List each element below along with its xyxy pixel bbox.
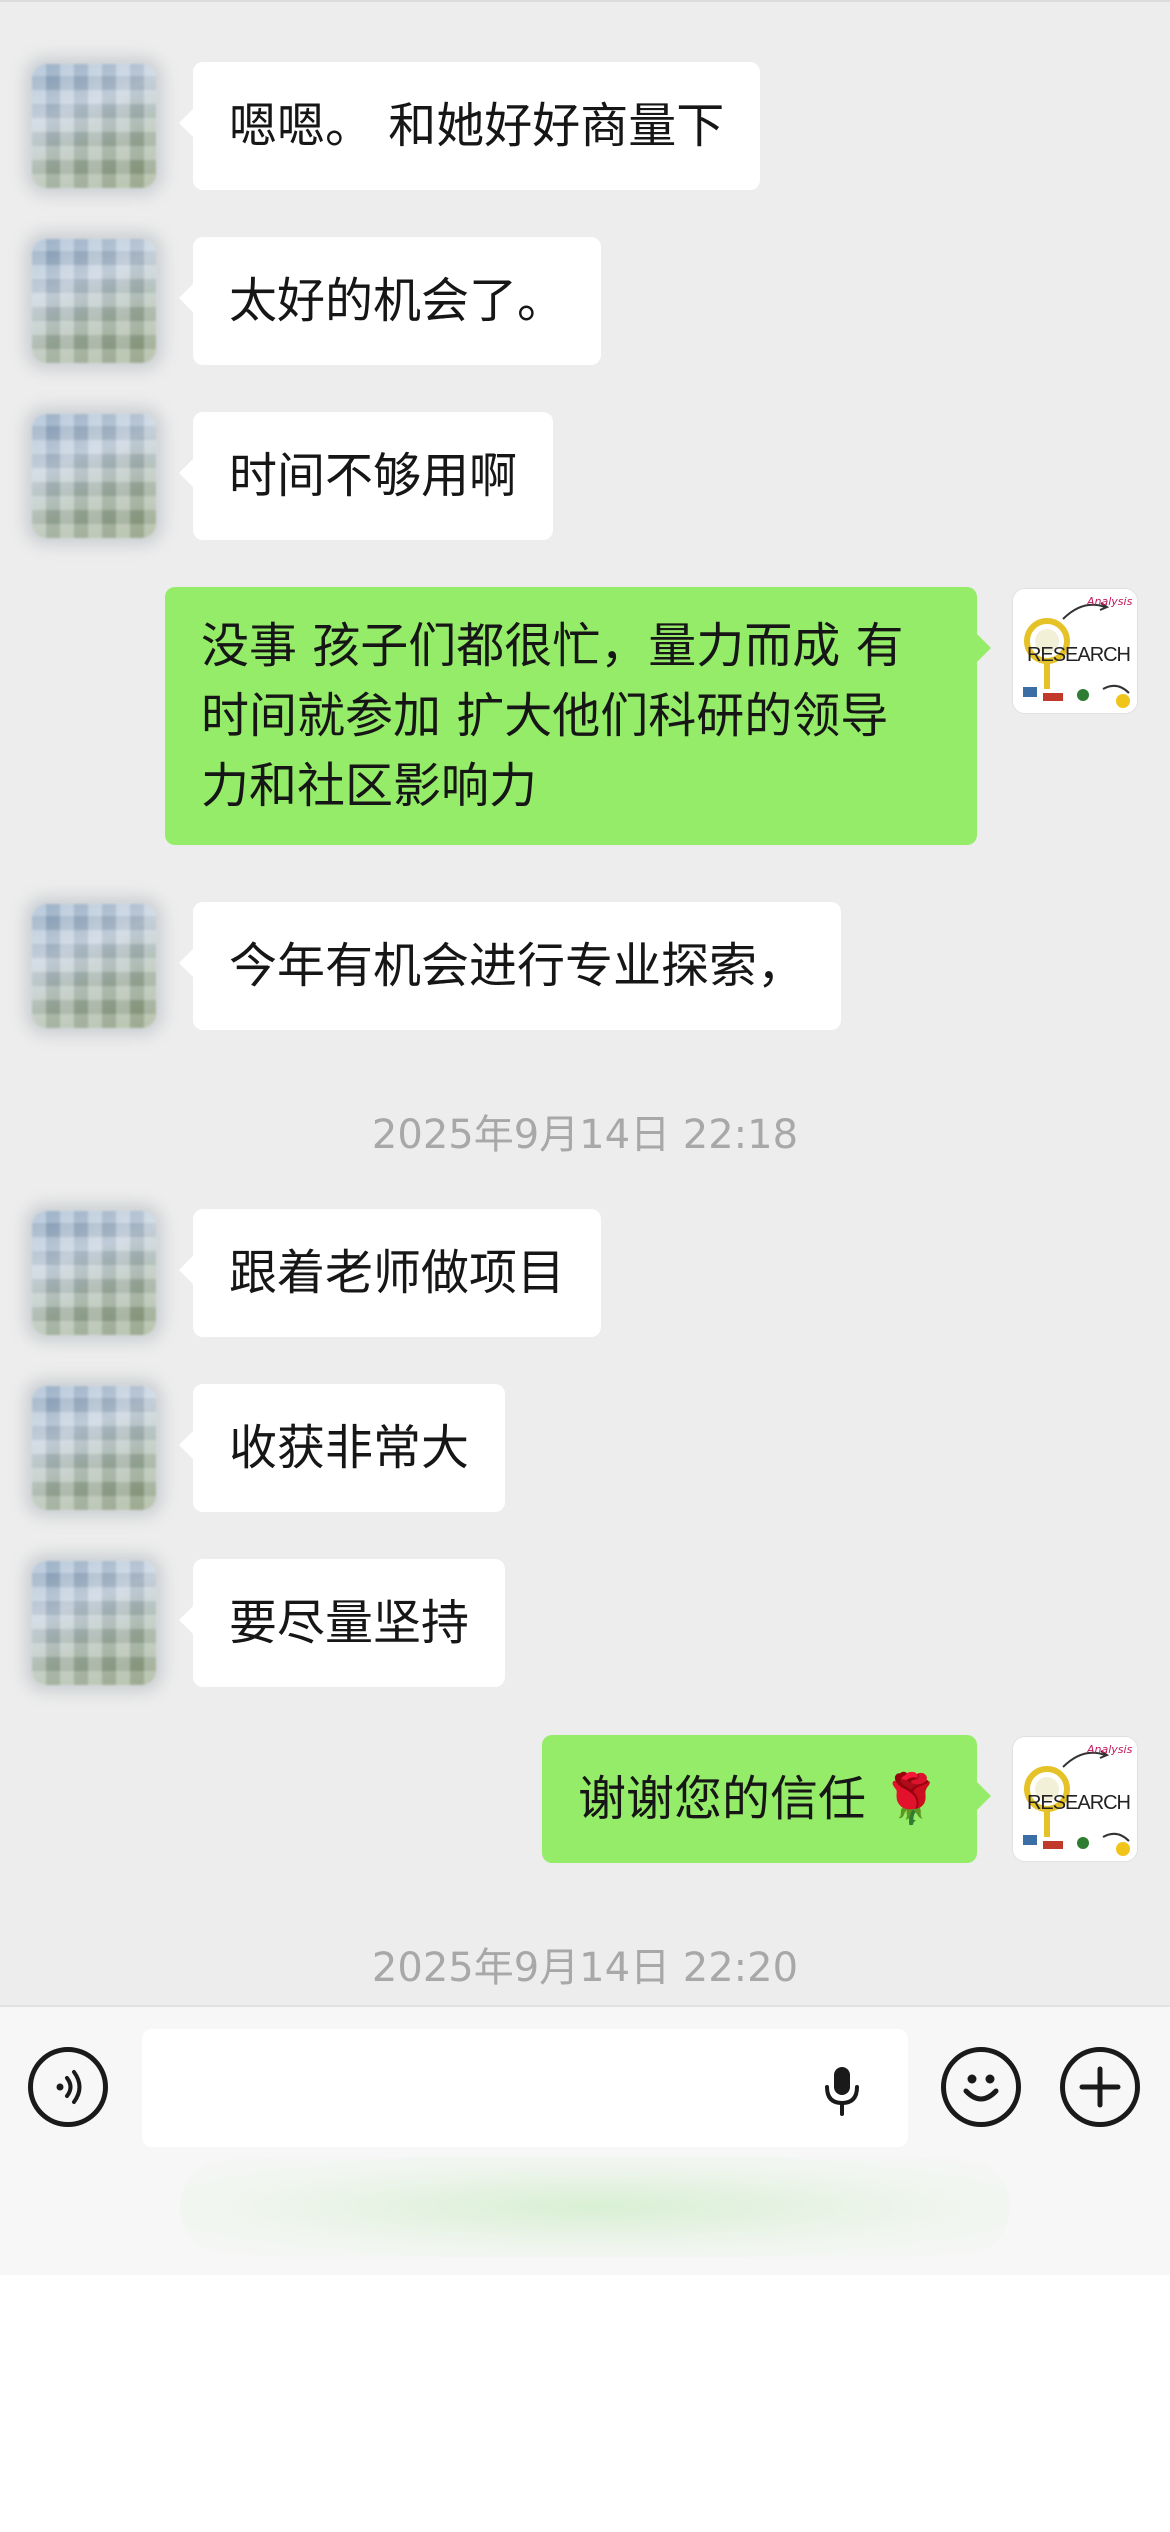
message-bubble-incoming[interactable]: 收获非常大 — [178, 1384, 506, 1512]
contact-avatar[interactable] — [32, 414, 156, 538]
logo-label: RESEARCH — [1027, 1792, 1131, 1814]
message-bubble-incoming[interactable]: 今年有机会进行专业探索， — [178, 902, 842, 1030]
self-avatar[interactable]: Analysis RESEARCH — [1013, 1737, 1137, 1861]
research-logo-icon: Analysis RESEARCH — [1013, 1737, 1137, 1861]
logo-small-label: Analysis — [1086, 1743, 1133, 1756]
message-bubble-outgoing[interactable]: 谢谢您的信任 🌹 — [541, 1735, 992, 1863]
message-line: 没事 孩子们都很忙，量力而成 有 — [201, 618, 904, 674]
emoji-icon[interactable] — [941, 2047, 1021, 2127]
input-bar — [0, 2005, 1170, 2275]
logo-label: RESEARCH — [1027, 644, 1131, 666]
contact-avatar[interactable] — [32, 904, 156, 1028]
message-line: 时间就参加 扩大他们科研的领导 — [201, 688, 889, 744]
message-line: 力和社区影响力 — [201, 758, 538, 814]
message-bubble-incoming[interactable]: 跟着老师做项目 — [178, 1209, 602, 1337]
message-bubble-incoming[interactable]: 要尽量坚持 — [178, 1559, 506, 1687]
chat-timestamp: 2025年9月14日 22:18 — [371, 1112, 799, 1158]
chat-area[interactable]: 嗯嗯。 和她好好商量下 太好的机会了。 时间不够用啊 没事 孩子们都很忙，量力而… — [0, 0, 1170, 2005]
contact-avatar[interactable] — [32, 64, 156, 188]
voice-icon[interactable] — [28, 2047, 108, 2127]
research-logo-icon: Analysis RESEARCH — [1013, 589, 1137, 713]
input-glow — [180, 2157, 1010, 2257]
voice-icon-glyph — [56, 2070, 82, 2104]
message-input[interactable] — [142, 2029, 908, 2147]
chat-timestamp: 2025年9月14日 22:20 — [371, 1945, 799, 1991]
emoji-icon-glyph — [963, 2074, 999, 2102]
contact-avatar[interactable] — [32, 1561, 156, 1685]
message-bubble-incoming[interactable]: 时间不够用啊 — [178, 412, 554, 540]
microphone-icon-glyph — [825, 2067, 859, 2116]
contact-avatar[interactable] — [32, 1386, 156, 1510]
logo-small-label: Analysis — [1086, 595, 1133, 608]
message-bubble-incoming[interactable]: 嗯嗯。 和她好好商量下 — [178, 62, 761, 190]
self-avatar[interactable]: Analysis RESEARCH — [1013, 589, 1137, 713]
contact-avatar[interactable] — [32, 239, 156, 363]
plus-icon-glyph — [1079, 2066, 1121, 2108]
contact-avatar[interactable] — [32, 1211, 156, 1335]
message-bubble-outgoing[interactable]: 没事 孩子们都很忙，量力而成 有 时间就参加 扩大他们科研的领导 力和社区影响力 — [165, 587, 991, 845]
plus-icon[interactable] — [1060, 2047, 1140, 2127]
microphone-icon[interactable] — [818, 2063, 866, 2119]
message-bubble-incoming[interactable]: 太好的机会了。 — [178, 237, 602, 365]
